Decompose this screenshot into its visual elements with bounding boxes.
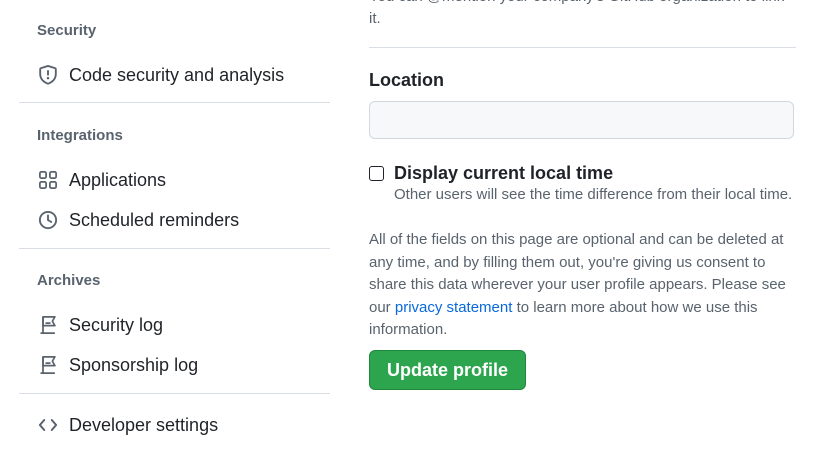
log-icon [37,354,59,376]
log-icon [37,314,59,336]
sidebar-item-label: Security log [69,314,164,335]
clock-icon [37,209,59,231]
apps-grid-icon [37,169,59,191]
local-time-note: Other users will see the time difference… [394,186,793,203]
code-icon [37,414,59,436]
local-time-option: Display current local time [369,162,613,184]
sidebar-item-label: Sponsorship log [69,354,199,375]
company-help-text: You can @mention your company's GitHub o… [369,0,784,27]
section-title-security: Security [37,22,97,39]
sidebar-item-developer-settings[interactable]: Developer settings [37,410,218,440]
privacy-statement-link[interactable]: privacy statement [395,299,513,316]
privacy-info-text: All of the fields on this page are optio… [369,229,796,342]
sidebar-item-label: Applications [69,169,167,190]
sidebar-item-code-security[interactable]: Code security and analysis [37,60,284,90]
local-time-label[interactable]: Display current local time [394,162,613,184]
section-title-integrations: Integrations [37,127,123,144]
update-profile-button[interactable]: Update profile [369,350,526,390]
sidebar-item-label: Code security and analysis [69,64,285,85]
sidebar-item-security-log[interactable]: Security log [37,310,163,340]
sidebar-item-applications[interactable]: Applications [37,165,166,195]
section-title-archives: Archives [37,272,101,289]
shield-icon [37,64,59,86]
location-input[interactable] [369,101,794,139]
sidebar-item-sponsorship-log[interactable]: Sponsorship log [37,350,198,380]
sidebar-divider [19,393,330,394]
local-time-checkbox[interactable] [369,166,384,181]
sidebar-item-label: Scheduled reminders [69,209,240,230]
sidebar-item-scheduled-reminders[interactable]: Scheduled reminders [37,205,239,235]
sidebar-divider [19,102,330,103]
sidebar-item-label: Developer settings [69,414,219,435]
form-divider [369,47,796,48]
sidebar-divider [19,248,330,249]
location-label: Location [369,70,444,90]
